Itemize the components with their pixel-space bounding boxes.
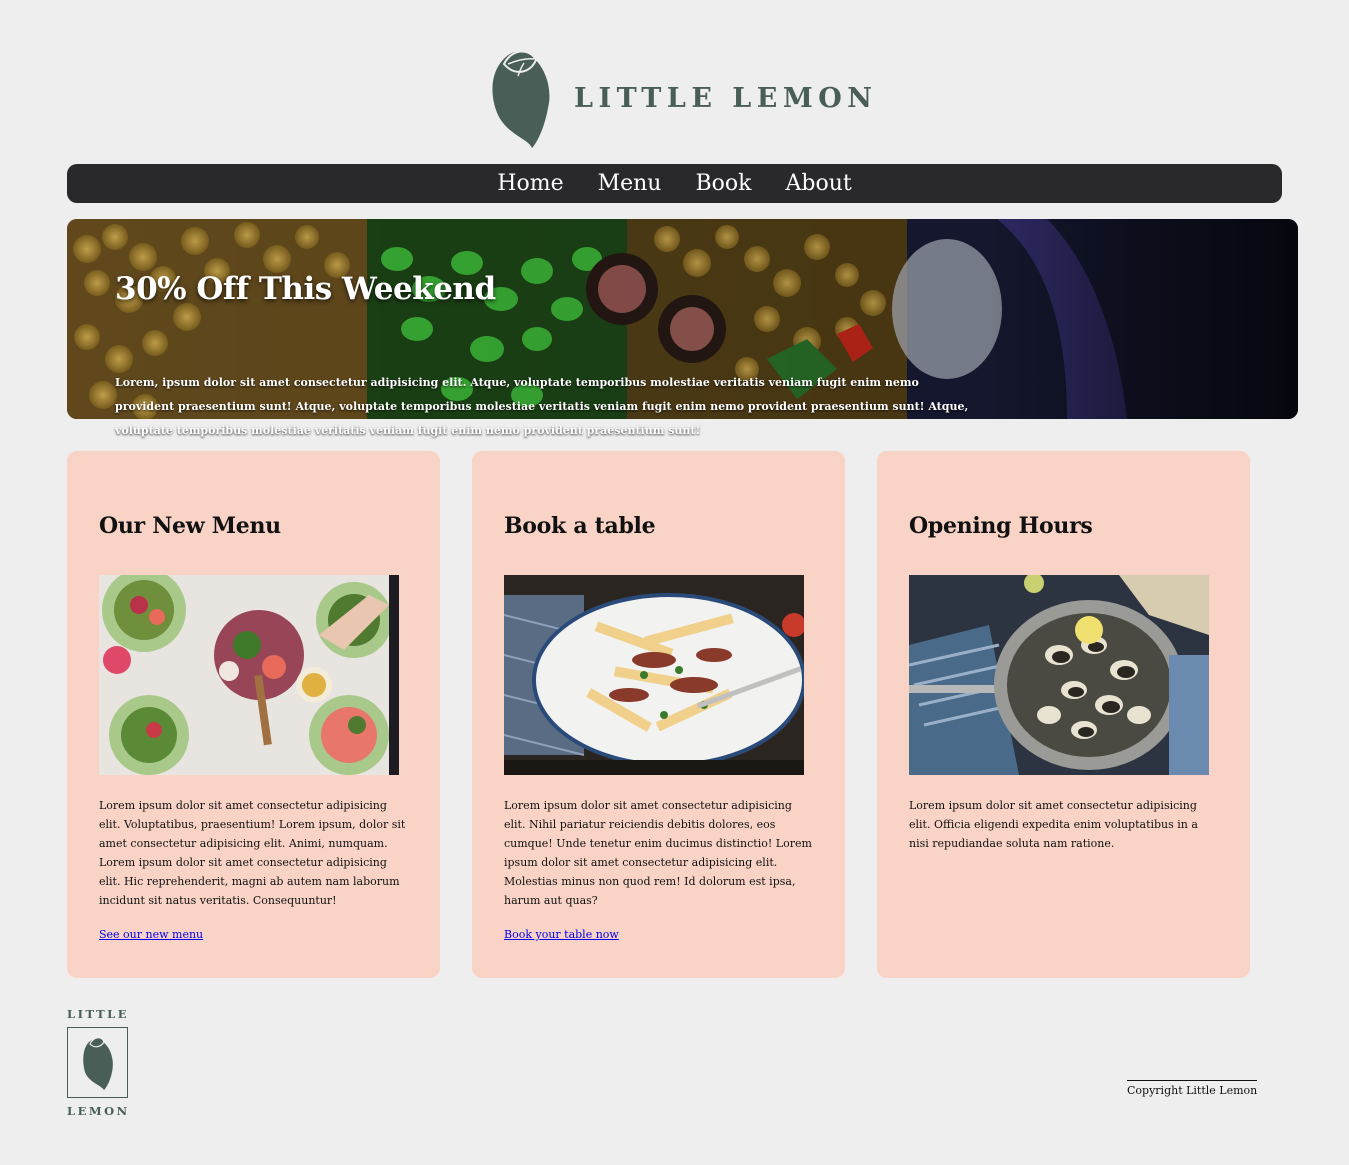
plate-photo [504,575,804,775]
book-table-link[interactable]: Book your table now [504,928,619,941]
salad-photo [99,575,399,775]
lemon-icon [83,1037,113,1090]
card-new-menu: Our New Menu Lorem ipsum dolor sit amet … [67,451,440,978]
card-text: Lorem ipsum dolor sit amet consectetur a… [909,799,1198,850]
card-text: Lorem ipsum dolor sit amet consectetur a… [99,799,406,907]
clams-photo [909,575,1209,775]
copyright-text: Copyright Little Lemon [1127,1080,1258,1097]
header-logo[interactable]: LITTLE LEMON [490,46,877,150]
nav-about[interactable]: About [785,164,851,203]
page: LITTLE LEMON Home Menu Book About 30% Of… [0,0,1349,1165]
footer-logo-frame [67,1027,128,1098]
footer-brand-top: LITTLE [67,1007,130,1021]
brand-name: LITTLE LEMON [574,82,878,114]
see-menu-link[interactable]: See our new menu [99,928,203,941]
main-nav: Home Menu Book About [67,164,1282,203]
hero-text: Lorem, ipsum dolor sit amet consectetur … [115,376,969,437]
footer-brand-bottom: LEMON [67,1104,130,1118]
nav-menu[interactable]: Menu [598,164,662,203]
card-text: Lorem ipsum dolor sit amet consectetur a… [504,799,812,907]
card-opening-hours: Opening Hours Lorem ipsum dolor sit amet… [877,451,1250,978]
card-title: Opening Hours [909,513,1093,539]
lemon-icon [492,50,550,148]
card-title: Our New Menu [99,513,281,539]
nav-home[interactable]: Home [497,164,563,203]
nav-book[interactable]: Book [695,164,751,203]
card-title: Book a table [504,513,656,539]
card-book-table: Book a table Lorem ipsum dolor sit amet … [472,451,845,978]
footer-logo[interactable]: LITTLE LEMON [67,1007,129,1119]
hero-title: 30% Off This Weekend [115,271,496,307]
